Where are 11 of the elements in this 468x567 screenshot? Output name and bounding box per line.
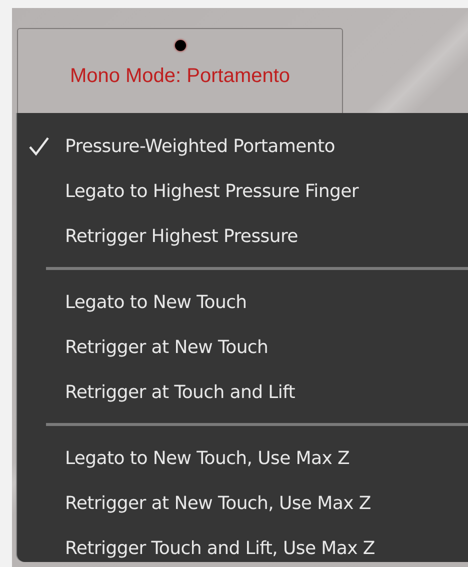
- menu-item[interactable]: Pressure-Weighted Portamento: [17, 124, 468, 169]
- menu-item[interactable]: Retrigger at Touch and Lift: [17, 370, 468, 415]
- checkmark-icon: [28, 136, 50, 156]
- menu-item[interactable]: Legato to Highest Pressure Finger: [17, 169, 468, 214]
- menu-item[interactable]: Retrigger Highest Pressure: [17, 214, 468, 259]
- menu-item[interactable]: Retrigger Touch and Lift, Use Max Z: [17, 526, 468, 567]
- menu-item[interactable]: Legato to New Touch: [17, 280, 468, 325]
- menu-item[interactable]: Retrigger at New Touch: [17, 325, 468, 370]
- menu-item[interactable]: Legato to New Touch, Use Max Z: [17, 436, 468, 481]
- indicator-dot-icon: [174, 40, 186, 51]
- menu-item[interactable]: Retrigger at New Touch, Use Max Z: [17, 481, 468, 526]
